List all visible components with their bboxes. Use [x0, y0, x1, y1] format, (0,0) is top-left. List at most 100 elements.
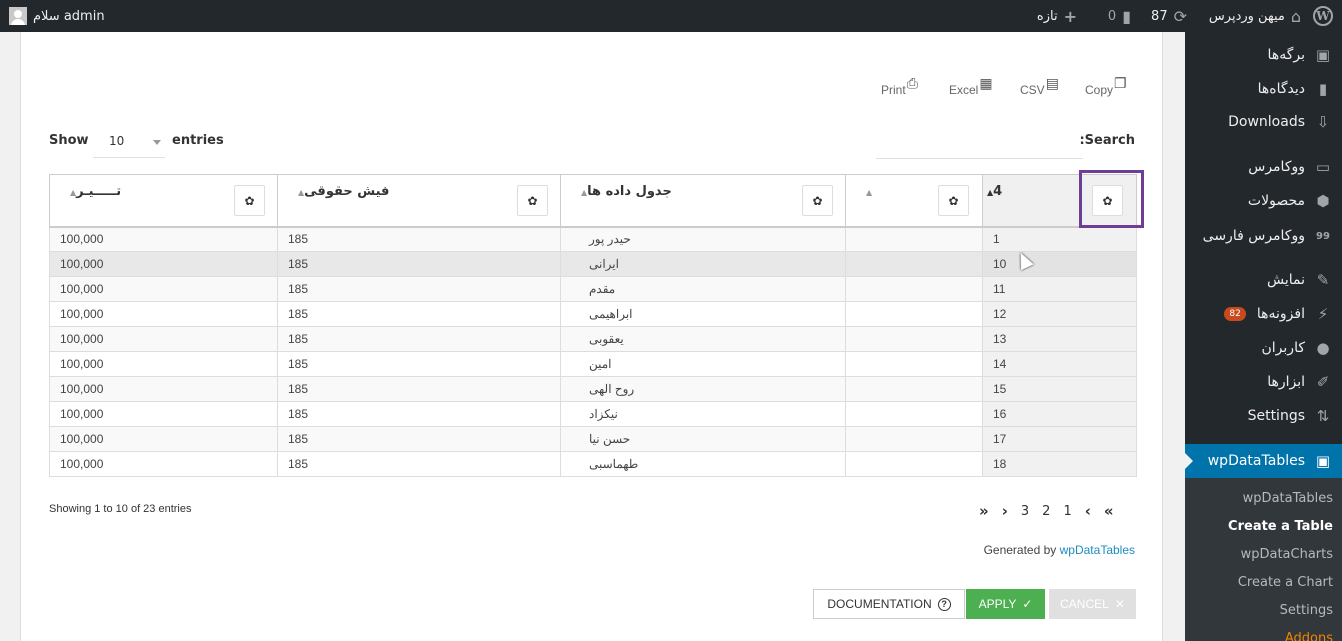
wp-logo-menu[interactable]: W: [1313, 0, 1333, 32]
generated-by: Generated by wpDataTables: [984, 543, 1135, 557]
first-page-icon[interactable]: «: [1104, 502, 1114, 520]
page-2[interactable]: 2: [1042, 504, 1050, 519]
sidebar-item-label: wpDataTables: [1207, 453, 1305, 469]
print-label: Print: [881, 83, 906, 97]
table-cell: 15: [982, 376, 1137, 402]
next-page-icon[interactable]: ›: [1002, 502, 1008, 520]
wpdatatables-link[interactable]: wpDataTables: [1060, 543, 1135, 557]
entries-label: entries: [172, 133, 224, 148]
column-label: تـــــیـر: [76, 184, 122, 199]
admin-sidebar: برگه‌ها ▣ دیدگاه‌ها ▮ Downloads ⇩ ووکامرس ▭ محصو…: [1185, 32, 1342, 641]
sidebar-item-plugins[interactable]: 82 افزونه‌ها ⚡: [1185, 297, 1342, 331]
column-header-tir[interactable]: ▲تـــــیـر ✿: [49, 174, 278, 228]
column-settings-button[interactable]: ✿: [802, 185, 833, 216]
sidebar-item-settings[interactable]: Settings ⇅: [1185, 399, 1342, 433]
sidebar-item-tools[interactable]: ابزارها ✐: [1185, 365, 1342, 399]
sidebar-item-woo[interactable]: ووکامرس ▭: [1185, 150, 1342, 184]
documentation-button[interactable]: DOCUMENTATION ?: [813, 589, 965, 619]
sidebar-item-products[interactable]: محصولات ⬢: [1185, 184, 1342, 218]
generated-by-text: Generated by: [983, 543, 1057, 557]
sidebar-item-label: محصولات: [1247, 193, 1305, 209]
table-row[interactable]: 100,000 185 طهماسبی 18: [49, 451, 1137, 477]
sidebar-item-woo-persian[interactable]: ووکامرس فارسی 99: [1185, 219, 1342, 253]
page-1[interactable]: 1: [1063, 504, 1071, 519]
submenu-item[interactable]: Create a Chart: [1238, 575, 1333, 590]
sidebar-item-users[interactable]: کاربران ●: [1185, 331, 1342, 365]
chevron-down-icon: [153, 140, 161, 145]
table-cell: 185: [277, 426, 561, 452]
users-icon: ●: [1316, 339, 1330, 357]
table-row[interactable]: 100,000 185 ابراهیمی 12: [49, 301, 1137, 327]
table-cell: نیکزاد: [560, 401, 846, 427]
refresh-icon: ⟳: [1173, 6, 1187, 26]
apply-button[interactable]: APPLY ✓: [966, 589, 1045, 619]
table-row[interactable]: 100,000 185 حیدر پور 1: [49, 226, 1137, 252]
column-settings-button[interactable]: ✿: [938, 185, 969, 216]
table-row[interactable]: 100,000 185 یعقوبی 13: [49, 326, 1137, 352]
submenu-item[interactable]: Create a Table: [1228, 519, 1333, 534]
sidebar-item-pages[interactable]: برگه‌ها ▣: [1185, 38, 1342, 72]
sidebar-item-label: نمایش: [1266, 272, 1305, 288]
table-cell: [845, 251, 983, 277]
table-cell: [845, 276, 983, 302]
table-row[interactable]: 100,000 185 مقدم 11: [49, 276, 1137, 302]
close-icon: ✕: [1114, 597, 1125, 611]
submenu-item[interactable]: wpDataTables: [1243, 491, 1333, 506]
column-header-table[interactable]: ▲جدول داده ها ✿: [560, 174, 846, 228]
last-page-icon[interactable]: »: [979, 502, 989, 520]
table-cell: 100,000: [49, 376, 278, 402]
woo-icon: ▭: [1315, 158, 1331, 176]
updates-menu[interactable]: 87 ⟳: [1151, 0, 1187, 32]
submenu-item[interactable]: Settings: [1280, 603, 1333, 618]
search-input[interactable]: [876, 132, 1083, 159]
table-cell: 100,000: [49, 301, 278, 327]
table-cell: امین: [560, 351, 846, 377]
previous-page-icon[interactable]: ‹: [1085, 502, 1091, 520]
greeting: سلام admin: [33, 8, 105, 24]
column-settings-button[interactable]: ✿: [517, 185, 548, 216]
site-name-menu[interactable]: میهن وردپرس ⌂: [1209, 0, 1301, 32]
table-row[interactable]: 100,000 185 نیکزاد 16: [49, 401, 1137, 427]
column-header-fish[interactable]: ▲فیش حقوقی ✿: [277, 174, 561, 228]
wpdatatables-icon: ▣: [1315, 452, 1331, 470]
content-panel: Copy ❐ CSV ▤ Excel ▦ Print ⎙ Show 10 ent…: [20, 32, 1163, 641]
pagination: » › 3 2 1 ‹ «: [979, 500, 1114, 522]
comments-menu[interactable]: 0 ▮: [1108, 0, 1131, 32]
sidebar-item-comments[interactable]: دیدگاه‌ها ▮: [1185, 72, 1342, 106]
table-cell: 16: [982, 401, 1137, 427]
new-content-menu[interactable]: تازه +: [1037, 0, 1077, 32]
sidebar-item-wpdatatables[interactable]: wpDataTables ▣: [1185, 444, 1342, 478]
csv-button[interactable]: CSV ▤: [1020, 75, 1059, 97]
settings-icon: ⇅: [1316, 407, 1330, 425]
column-header-id[interactable]: ▲4 ✿: [982, 170, 1144, 228]
submenu-item[interactable]: wpDataCharts: [1241, 547, 1333, 562]
sort-icon: ▲: [866, 188, 873, 197]
page-length-value: 10: [109, 134, 125, 148]
sidebar-item-downloads[interactable]: Downloads ⇩: [1185, 105, 1342, 139]
page-length-select[interactable]: 10: [93, 130, 165, 158]
sidebar-item-label: ووکامرس فارسی: [1202, 228, 1305, 244]
column-header-empty[interactable]: ▲ ✿: [845, 174, 983, 228]
table-row[interactable]: 100,000 185 روح الهی 15: [49, 376, 1137, 402]
column-settings-button[interactable]: ✿: [234, 185, 265, 216]
table-cell: 18: [982, 451, 1137, 477]
submenu-item[interactable]: Addons: [1285, 631, 1333, 641]
table-cell: [845, 351, 983, 377]
table-row[interactable]: 100,000 185 ایرانی 10: [49, 251, 1137, 277]
sidebar-item-label: افزونه‌ها: [1256, 306, 1305, 322]
table-cell: 17: [982, 426, 1137, 452]
print-button[interactable]: Print ⎙: [881, 75, 918, 97]
table-cell: 100,000: [49, 276, 278, 302]
my-account[interactable]: سلام admin: [9, 0, 105, 32]
cancel-button[interactable]: CANCEL ✕: [1049, 589, 1136, 619]
column-settings-button[interactable]: ✿: [1092, 185, 1123, 216]
excel-button[interactable]: Excel ▦: [949, 75, 993, 97]
downloads-icon: ⇩: [1316, 113, 1330, 131]
page-3[interactable]: 3: [1021, 504, 1029, 519]
copy-button[interactable]: Copy ❐: [1085, 75, 1127, 97]
sidebar-item-appearance[interactable]: نمایش ✎: [1185, 263, 1342, 297]
table-cell: [845, 301, 983, 327]
table-row[interactable]: 100,000 185 حسن نیا 17: [49, 426, 1137, 452]
table-row[interactable]: 100,000 185 امین 14: [49, 351, 1137, 377]
home-icon: ⌂: [1290, 6, 1301, 26]
